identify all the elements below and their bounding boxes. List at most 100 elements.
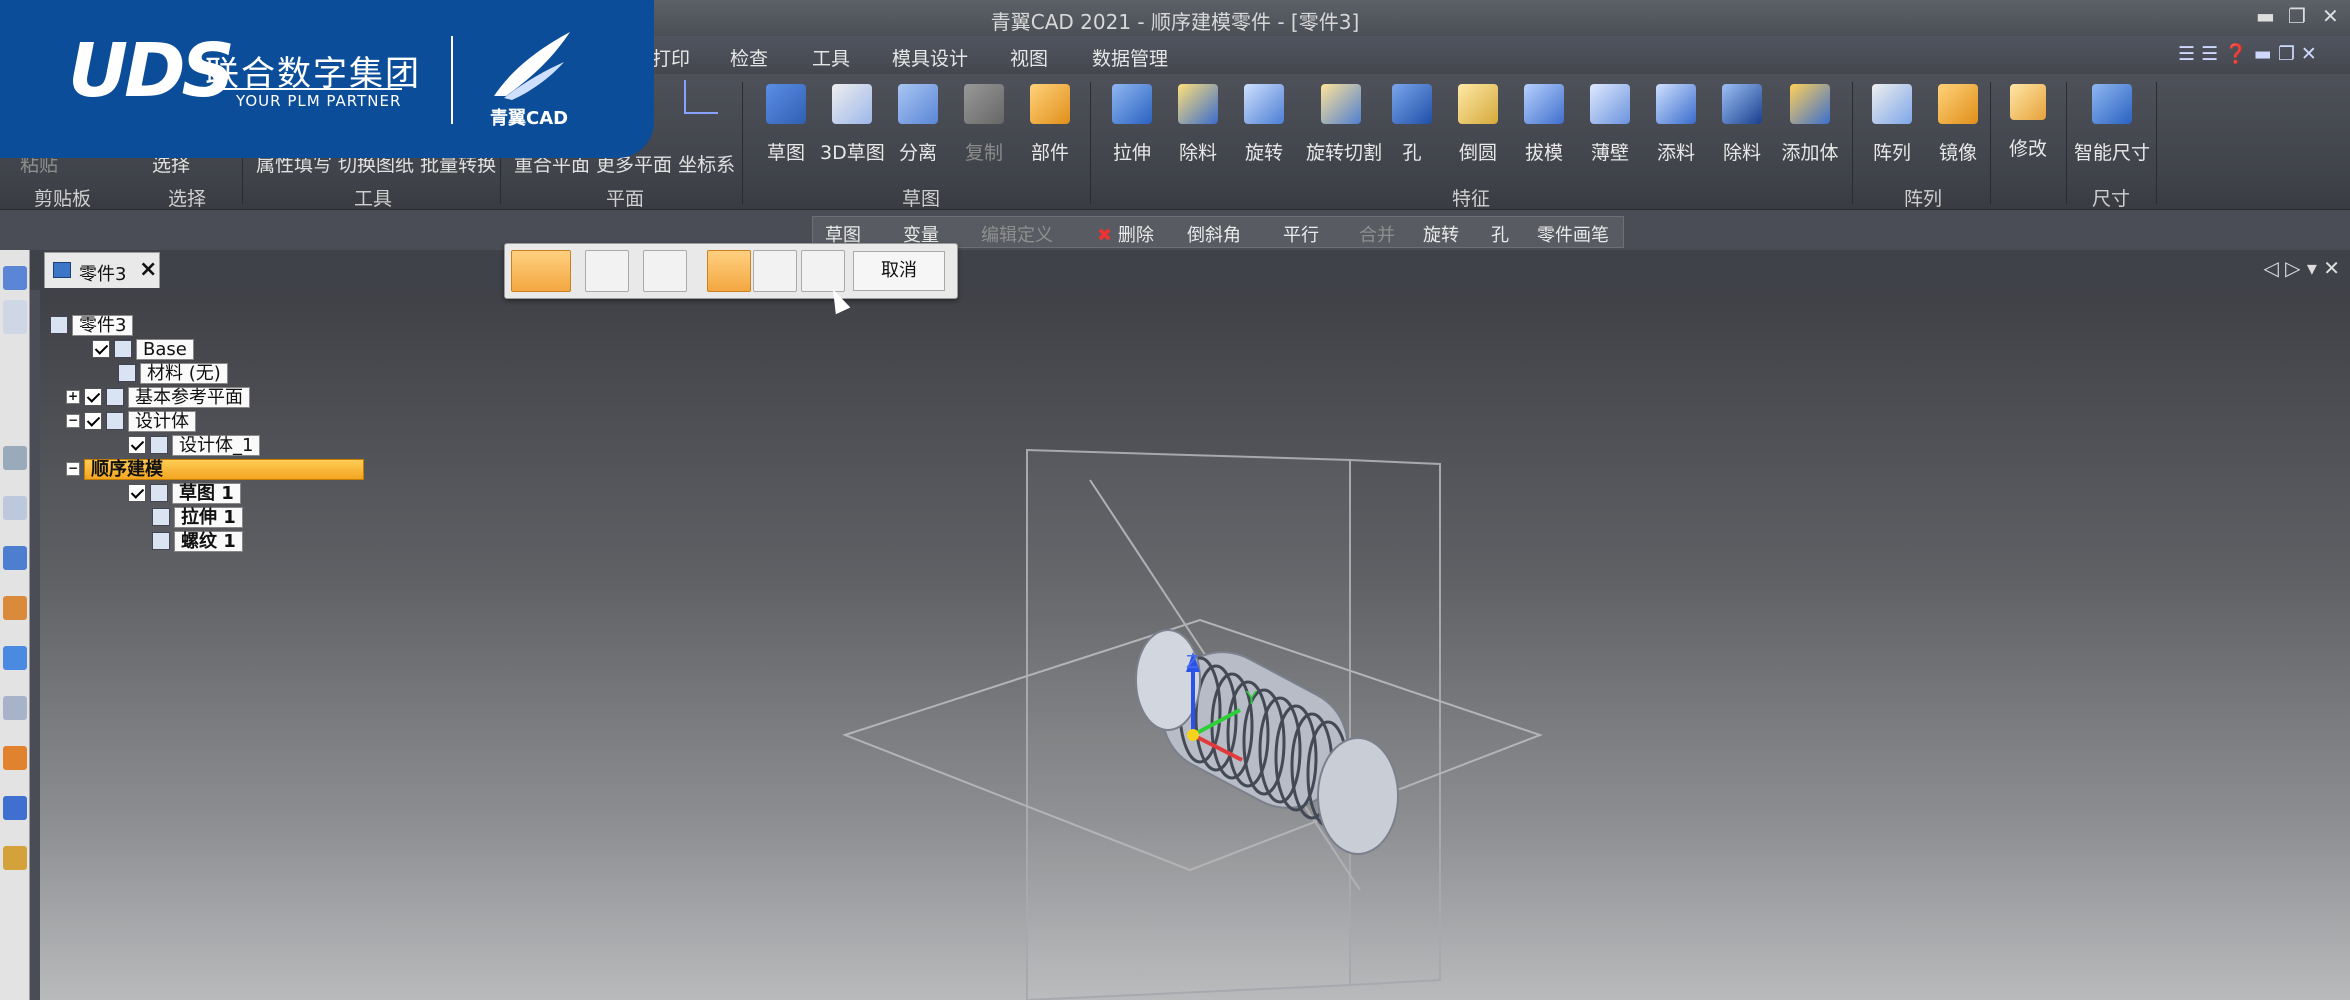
assembly-icon[interactable] — [3, 546, 27, 570]
thin-wall-button[interactable]: 薄壁 — [1578, 84, 1642, 165]
network-icon[interactable] — [3, 796, 27, 820]
menu-inspect[interactable]: 检查 — [730, 44, 768, 71]
add-material-icon — [1656, 84, 1696, 124]
remove-material-button[interactable]: 除料 — [1710, 84, 1774, 165]
minimize-icon[interactable]: ▬ — [2256, 4, 2275, 28]
color-icon[interactable] — [3, 746, 27, 770]
revolve-button[interactable]: 旋转 — [1232, 84, 1296, 165]
grid-icon[interactable] — [3, 446, 27, 470]
ctx-chamfer[interactable]: 倒斜角 — [1187, 221, 1241, 247]
expand-icon[interactable]: + — [66, 390, 80, 404]
tree-item-sequential-modeling[interactable]: − 顺序建模 — [66, 458, 364, 480]
logo-underline — [200, 88, 402, 90]
visibility-checkbox[interactable] — [84, 388, 102, 406]
hole-icon — [1392, 84, 1432, 124]
group-label-feature: 特征 — [1452, 188, 1491, 210]
extrude-icon — [1112, 84, 1152, 124]
part-icon — [50, 316, 68, 334]
coordinate-system-button[interactable] — [676, 80, 726, 114]
visibility-checkbox[interactable] — [92, 340, 110, 358]
separator — [2156, 82, 2157, 204]
smart-dimension-icon — [2092, 84, 2132, 124]
document-tab-strip: 零件3 × ◁ ▷ ▾ ✕ — [0, 250, 2350, 290]
modify-button[interactable]: 修改 — [1996, 84, 2060, 161]
blocks-icon[interactable] — [3, 646, 27, 670]
mirror-button[interactable]: 镜像 — [1926, 84, 1990, 165]
pattern-icon — [1872, 84, 1912, 124]
visibility-checkbox[interactable] — [128, 436, 146, 454]
select-end-button[interactable] — [753, 250, 797, 292]
help-icon[interactable] — [3, 496, 27, 520]
cut-button[interactable]: 除料 — [1166, 84, 1230, 165]
tree-item-design-body-1[interactable]: 设计体_1 — [128, 434, 261, 456]
quick-icons[interactable]: ☰ ☰ ❓ ▬ ❐ ✕ — [2178, 42, 2317, 65]
restore-icon[interactable]: ❐ — [2288, 4, 2306, 28]
visibility-checkbox[interactable] — [128, 484, 146, 502]
pathfinder-icon[interactable] — [3, 266, 27, 290]
tree-item-material[interactable]: 材料 (无) — [118, 362, 228, 384]
3d-sketch-button[interactable]: 3D草图 — [820, 84, 885, 165]
select-face-button[interactable] — [707, 250, 751, 292]
tab-navigation[interactable]: ◁ ▷ ▾ ✕ — [2263, 256, 2340, 280]
menu-view[interactable]: 视图 — [1010, 44, 1048, 71]
cut-icon — [1178, 84, 1218, 124]
tab-part3[interactable]: 零件3 × — [44, 252, 160, 288]
thread-step-button[interactable] — [511, 250, 571, 292]
logo-product: 青翼CAD — [490, 108, 569, 129]
ctx-parallel[interactable]: 平行 — [1283, 221, 1319, 247]
add-material-button[interactable]: 添料 — [1644, 84, 1708, 165]
collapse-icon[interactable]: − — [66, 414, 80, 428]
coordinate-icon — [114, 340, 132, 358]
tree-item-thread-1[interactable]: 螺纹 1 — [152, 530, 243, 552]
tree-item-base[interactable]: Base — [92, 338, 194, 360]
tree-item-sketch-1[interactable]: 草图 1 — [128, 482, 241, 504]
part-button[interactable]: 部件 — [1018, 84, 1082, 165]
body-icon — [150, 436, 168, 454]
tree-root-part3[interactable]: 零件3 — [50, 314, 134, 336]
cancel-button[interactable]: 取消 — [853, 251, 945, 291]
tree-item-reference-planes[interactable]: + 基本参考平面 — [66, 386, 250, 408]
hole-button[interactable]: 孔 — [1380, 84, 1444, 165]
split-button[interactable]: 分离 — [886, 84, 950, 165]
separator — [1990, 82, 1991, 204]
sketch-button[interactable]: 草图 — [754, 84, 818, 165]
revolve-icon — [1244, 84, 1284, 124]
tree-item-extrude-1[interactable]: 拉伸 1 — [152, 506, 243, 528]
part-icon — [53, 262, 71, 278]
3d-sketch-icon — [832, 84, 872, 124]
menu-print[interactable]: 打印 — [652, 44, 690, 71]
separator — [2066, 82, 2067, 204]
axis-y-label: Y — [1245, 688, 1258, 709]
options-button[interactable] — [585, 250, 629, 292]
palette-icon[interactable] — [3, 596, 27, 620]
revolve-cut-button[interactable]: 旋转切割 — [1306, 84, 1382, 165]
extrude-button[interactable]: 拉伸 — [1100, 84, 1164, 165]
menu-tools[interactable]: 工具 — [812, 44, 850, 71]
tree-item-design-body[interactable]: − 设计体 — [66, 410, 196, 432]
ctx-rotate[interactable]: 旋转 — [1423, 221, 1459, 247]
dots-icon[interactable] — [3, 696, 27, 720]
round-button[interactable]: 倒圆 — [1446, 84, 1510, 165]
menu-mold-design[interactable]: 模具设计 — [892, 44, 968, 71]
thread-icon — [152, 532, 170, 550]
collapse-icon[interactable]: − — [66, 462, 80, 476]
wing-icon — [494, 32, 570, 100]
ctx-delete[interactable]: ✖ 删除 — [1097, 221, 1154, 247]
round-icon — [1458, 84, 1498, 124]
key-icon[interactable] — [3, 846, 27, 870]
draft-button[interactable]: 拔模 — [1512, 84, 1576, 165]
smart-dimension-button[interactable]: 智能尺寸 — [2074, 84, 2150, 165]
layers-icon[interactable] — [3, 300, 27, 334]
ctx-part-painter[interactable]: 零件画笔 — [1537, 221, 1609, 247]
pattern-button[interactable]: 阵列 — [1860, 84, 1924, 165]
group-label-select: 选择 — [168, 188, 207, 210]
pathfinder-tree: 零件3 Base 材料 (无) + 基本参考平面 − 设计体 设计体_1 − 顺… — [44, 300, 484, 590]
sketch-icon — [766, 84, 806, 124]
add-body-button[interactable]: 添加体 — [1778, 84, 1842, 165]
ctx-hole[interactable]: 孔 — [1491, 221, 1509, 247]
close-icon[interactable]: ✕ — [2322, 4, 2339, 28]
thread-type-button[interactable] — [643, 250, 687, 292]
menu-data-management[interactable]: 数据管理 — [1092, 44, 1168, 71]
visibility-checkbox[interactable] — [84, 412, 102, 430]
close-tab-icon[interactable]: × — [139, 257, 157, 282]
